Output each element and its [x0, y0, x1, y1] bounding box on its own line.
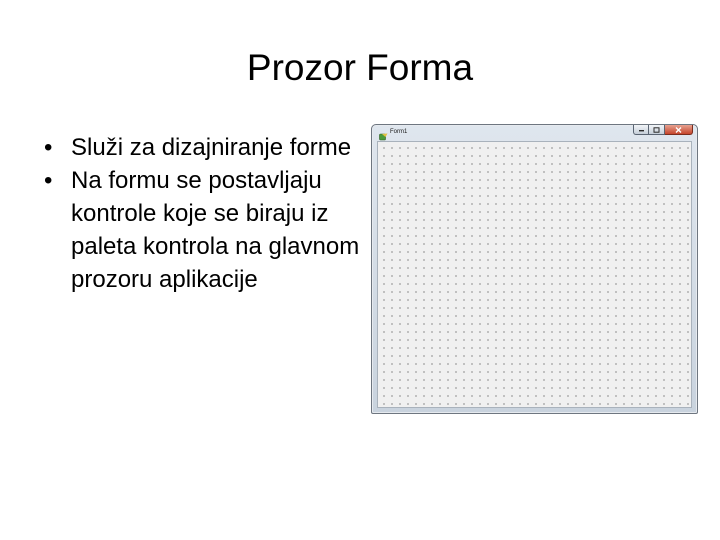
bullet-text: Služi za dizajniranje forme: [71, 134, 352, 161]
minimize-button[interactable]: [633, 125, 649, 135]
maximize-button[interactable]: [649, 125, 665, 135]
bullet-list: • Služi za dizajniranje forme • Na formu…: [44, 131, 374, 296]
bullet-text: Na formu se postavljaju kontrole koje se…: [71, 167, 360, 293]
window-title: Form1: [390, 129, 408, 135]
close-button[interactable]: [665, 125, 693, 135]
window-title-bar[interactable]: Form1: [372, 125, 697, 141]
delphi-form-icon: [379, 128, 388, 141]
bullet-marker: •: [44, 167, 53, 194]
maximize-icon: [653, 126, 660, 133]
bullet-item: • Služi za dizajniranje forme: [44, 131, 374, 164]
window-controls: [633, 125, 693, 136]
bullet-item: • Na formu se postavljaju kontrole koje …: [44, 164, 374, 296]
minimize-icon: [638, 130, 644, 132]
presentation-slide: Prozor Forma • Služi za dizajniranje for…: [0, 0, 720, 540]
bullet-marker: •: [44, 134, 53, 161]
close-icon: [675, 126, 682, 133]
form-design-grid[interactable]: [377, 141, 692, 408]
form-designer-window[interactable]: Form1: [371, 124, 698, 414]
slide-title: Prozor Forma: [246, 47, 474, 88]
